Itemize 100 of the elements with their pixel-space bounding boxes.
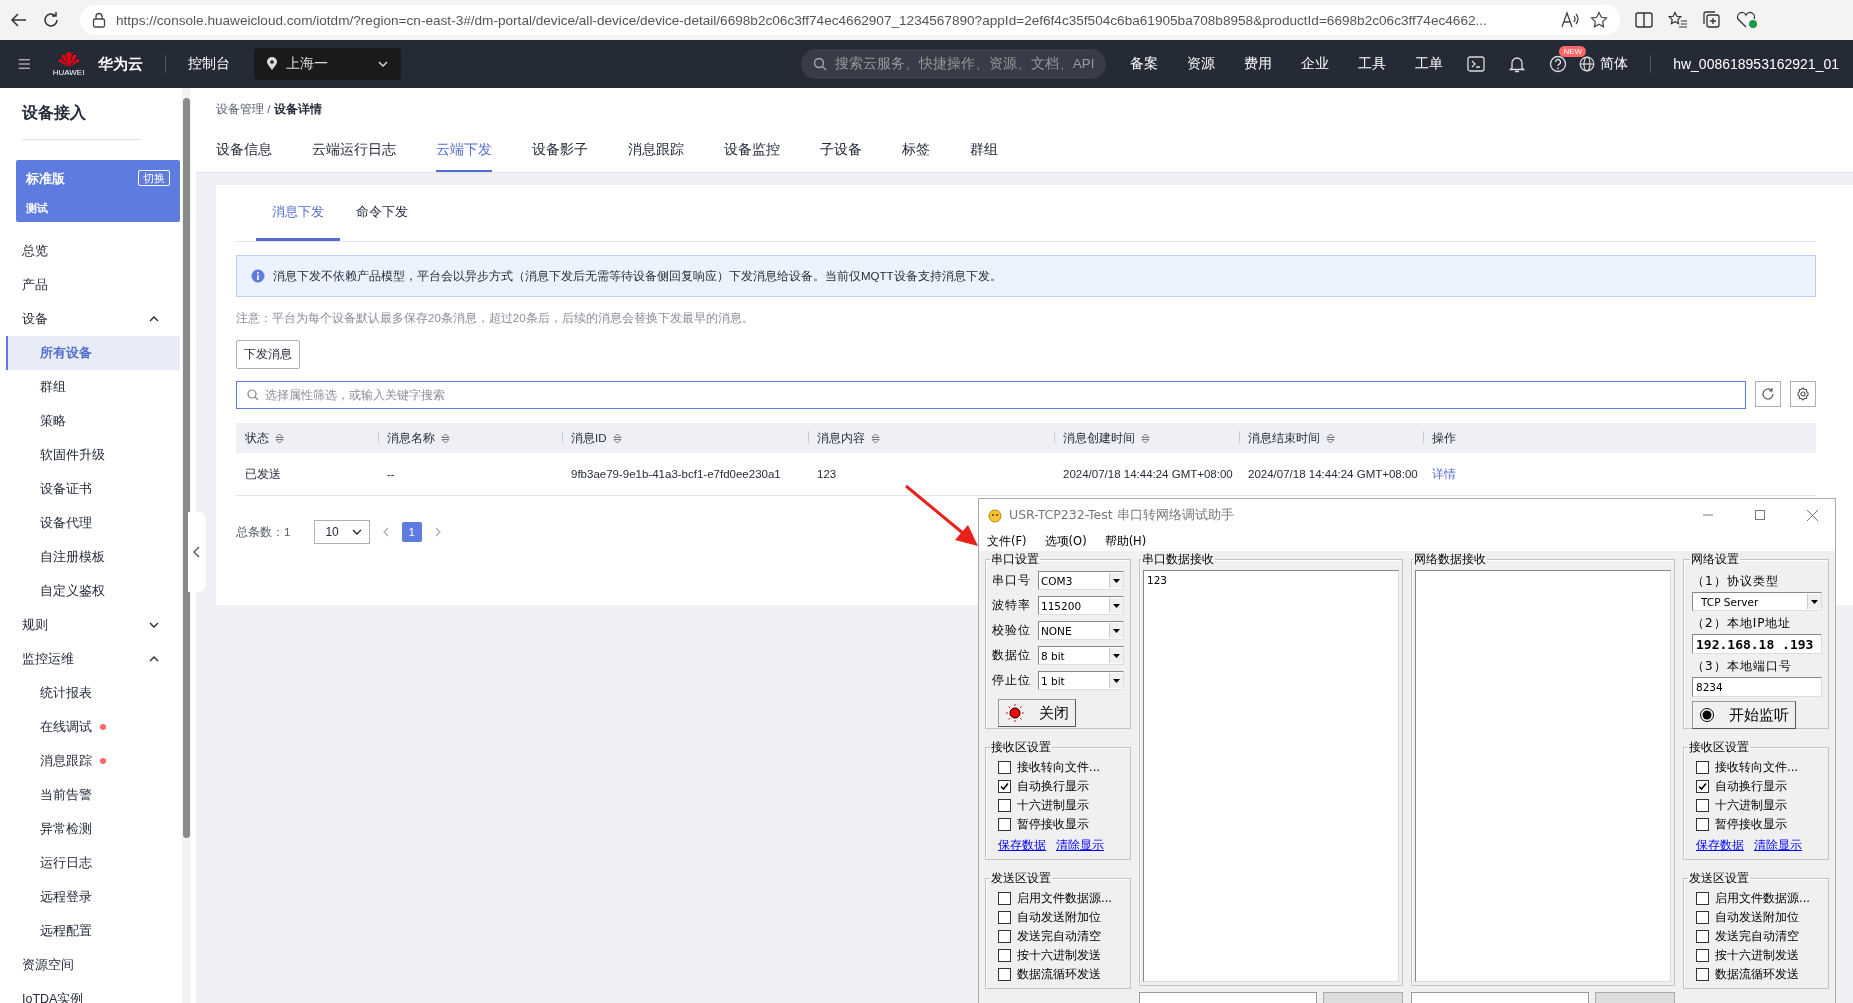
switch-button[interactable]: 切换 (138, 170, 170, 186)
language-menu[interactable]: 简体 (1579, 55, 1629, 73)
checkbox[interactable] (998, 818, 1011, 831)
menu-item[interactable]: 帮助(H) (1104, 533, 1147, 549)
sidebar-item[interactable]: 策略 (6, 404, 180, 438)
sidebar-item[interactable]: 规则 (6, 608, 180, 642)
page-size-select[interactable]: 10 (314, 520, 370, 544)
ip-address-field[interactable]: 192.168.18 .193 (1692, 634, 1822, 654)
checkbox[interactable] (1696, 780, 1709, 793)
brand-name[interactable]: 华为云 (98, 54, 144, 74)
read-aloud-icon[interactable] (1560, 11, 1580, 29)
checkbox-label[interactable]: 接收转向文件... (1715, 760, 1798, 775)
checkbox[interactable] (1696, 761, 1709, 774)
search-field[interactable]: 选择属性筛选，或输入关键字搜索 (236, 381, 1746, 409)
checkbox-label[interactable]: 发送完自动清空 (1715, 929, 1799, 944)
tab[interactable]: 标签 (902, 130, 930, 172)
reload-icon[interactable] (42, 11, 60, 29)
sidebar-item[interactable]: 软固件升级 (6, 438, 180, 472)
sidebar-item[interactable]: 远程配置 (6, 914, 180, 948)
sidebar-item[interactable]: 异常检测 (6, 812, 180, 846)
sidebar-item[interactable]: 消息跟踪 (6, 744, 180, 778)
heart-icon[interactable] (1736, 11, 1758, 29)
sidebar-item[interactable]: 资源空间 (6, 948, 180, 982)
sidebar-item[interactable]: 设备代理 (6, 506, 180, 540)
collapse-handle[interactable] (188, 512, 206, 592)
breadcrumb-link[interactable]: 设备管理 (216, 101, 264, 117)
checkbox-label[interactable]: 十六进制显示 (1715, 798, 1787, 813)
checkbox[interactable] (1696, 930, 1709, 943)
tab[interactable]: 命令下发 (340, 185, 424, 241)
dropdown[interactable]: 1 bit (1038, 671, 1124, 690)
nav-link[interactable]: 工具 (1358, 55, 1387, 73)
tab[interactable]: 消息下发 (256, 185, 340, 241)
checkbox-label[interactable]: 接收转向文件... (1017, 760, 1100, 775)
tab[interactable]: 群组 (970, 130, 998, 172)
sidebar-item[interactable]: 群组 (6, 370, 180, 404)
refresh-button[interactable] (1755, 381, 1781, 407)
checkbox[interactable] (1696, 818, 1709, 831)
sidebar-item[interactable]: 设备证书 (6, 472, 180, 506)
checkbox[interactable] (998, 761, 1011, 774)
user-name[interactable]: hw_008618953162921_01 (1673, 56, 1839, 72)
page-number[interactable]: 1 (401, 522, 422, 542)
star-icon[interactable] (1590, 11, 1608, 29)
checkbox[interactable] (1696, 949, 1709, 962)
checkbox[interactable] (1696, 799, 1709, 812)
sort-icon[interactable] (612, 432, 622, 444)
checkbox[interactable] (1696, 911, 1709, 924)
tab[interactable]: 设备影子 (532, 130, 588, 172)
nav-link[interactable]: 企业 (1301, 55, 1330, 73)
search-field[interactable]: 搜索云服务、快捷操作、资源、文档、API (800, 49, 1107, 79)
console-link[interactable]: 控制台 (188, 55, 231, 73)
nav-link[interactable]: 费用 (1244, 55, 1273, 73)
back-icon[interactable] (10, 11, 28, 29)
menu-icon[interactable] (18, 56, 31, 72)
action-link[interactable]: 保存数据 (998, 838, 1046, 853)
port-field[interactable]: 8234 (1692, 677, 1822, 697)
split-screen-icon[interactable] (1634, 11, 1654, 29)
sidebar-item[interactable]: 产品 (6, 268, 180, 302)
checkbox[interactable] (1696, 892, 1709, 905)
sidebar-item[interactable]: 设备 (6, 302, 180, 336)
checkbox-label[interactable]: 暂停接收显示 (1715, 817, 1787, 832)
sidebar-item[interactable]: 当前告警 (6, 778, 180, 812)
terminal-icon[interactable] (1467, 56, 1486, 72)
maximize-icon[interactable] (1755, 510, 1765, 520)
checkbox[interactable] (998, 968, 1011, 981)
sidebar-item[interactable]: 统计报表 (6, 676, 180, 710)
collections-icon[interactable] (1702, 11, 1722, 29)
sidebar-item[interactable]: 自定义鉴权 (6, 574, 180, 608)
sort-icon[interactable] (871, 432, 880, 444)
tab[interactable]: 消息跟踪 (628, 130, 684, 172)
checkbox-label[interactable]: 数据流循环发送 (1715, 967, 1799, 982)
close-icon[interactable] (1806, 509, 1818, 521)
checkbox-label[interactable]: 自动换行显示 (1715, 779, 1787, 794)
send-message-button[interactable]: 下发消息 (236, 340, 300, 369)
checkbox-label[interactable]: 自动发送附加位 (1017, 910, 1101, 925)
nav-link[interactable]: 备案 (1130, 55, 1159, 73)
dropdown[interactable]: NONE (1038, 621, 1124, 640)
checkbox-label[interactable]: 按十六进制发送 (1715, 948, 1799, 963)
sidebar-item[interactable]: 总览 (6, 234, 180, 268)
checkbox[interactable] (998, 949, 1011, 962)
close-port-button[interactable]: 关闭 (998, 699, 1076, 727)
settings-button[interactable] (1790, 381, 1816, 407)
checkbox-label[interactable]: 启用文件数据源... (1715, 891, 1810, 906)
tab[interactable]: 设备监控 (724, 130, 780, 172)
checkbox-label[interactable]: 自动换行显示 (1017, 779, 1089, 794)
checkbox-label[interactable]: 按十六进制发送 (1017, 948, 1101, 963)
action-link[interactable]: 清除显示 (1056, 838, 1104, 853)
bell-icon[interactable] (1509, 55, 1526, 73)
tab[interactable]: 云端运行日志 (312, 130, 396, 172)
checkbox[interactable] (998, 799, 1011, 812)
sort-icon[interactable] (441, 432, 450, 444)
scrollbar-thumb[interactable] (183, 98, 190, 838)
start-listening-button[interactable]: 开始监听 (1692, 701, 1796, 729)
tab[interactable]: 设备信息 (216, 130, 272, 172)
favorites-icon[interactable] (1668, 11, 1688, 29)
checkbox-label[interactable]: 十六进制显示 (1017, 798, 1089, 813)
nav-link[interactable]: 资源 (1187, 55, 1216, 73)
checkbox-label[interactable]: 自动发送附加位 (1715, 910, 1799, 925)
checkbox-label[interactable]: 暂停接收显示 (1017, 817, 1089, 832)
checkbox[interactable] (998, 780, 1011, 793)
sort-icon[interactable] (1326, 432, 1335, 444)
